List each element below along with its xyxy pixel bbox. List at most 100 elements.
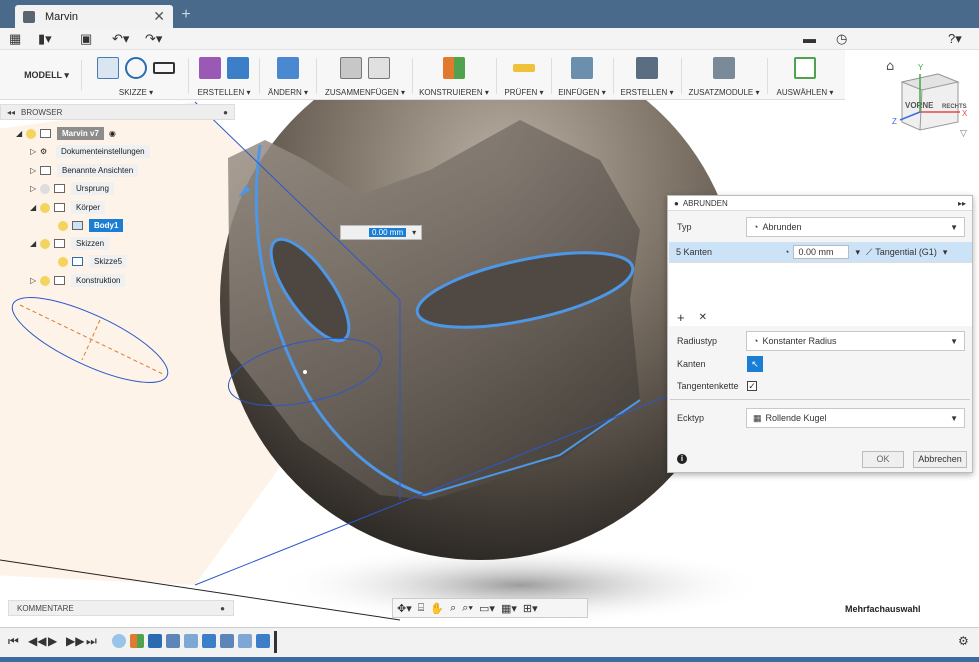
chevron-down-icon[interactable]: ▾ bbox=[943, 247, 948, 258]
tree-item-root[interactable]: ◢ Marvin v7 ◉ bbox=[16, 126, 116, 141]
tree-item-construction[interactable]: ▷ Konstruktion bbox=[30, 273, 126, 288]
timeline-feature-icon[interactable] bbox=[256, 634, 270, 648]
continuity-select[interactable]: Tangential (G1) bbox=[875, 247, 937, 257]
help-icon[interactable]: ?▾ bbox=[948, 31, 962, 47]
ok-button[interactable]: OK bbox=[862, 451, 904, 468]
orbit-constraint-icon[interactable]: ✥▾ bbox=[397, 602, 412, 615]
expand-icon[interactable]: ▷ bbox=[30, 166, 40, 175]
visibility-bulb-icon[interactable] bbox=[40, 275, 50, 286]
expand-dialog-icon[interactable]: ▸▸ bbox=[958, 199, 966, 208]
expand-icon[interactable]: ◢ bbox=[16, 129, 26, 138]
visibility-bulb-icon[interactable] bbox=[58, 256, 68, 267]
ribbon-group-construct[interactable]: KONSTRUIEREN ▾ bbox=[416, 54, 492, 98]
radius-input[interactable]: 0.00 mm bbox=[793, 245, 850, 259]
fit-icon[interactable]: ⌕▾ bbox=[462, 602, 473, 615]
expand-icon[interactable]: ▷ bbox=[30, 147, 40, 156]
timeline-feature-icon[interactable] bbox=[202, 634, 216, 648]
viewcube[interactable]: ⌂ VORNE RECHTS X Y Z ▽ bbox=[880, 52, 979, 140]
viewcube-menu-icon[interactable]: ▽ bbox=[960, 129, 967, 139]
ribbon-group-assemble[interactable]: ZUSAMMENFÜGEN ▾ bbox=[320, 54, 410, 98]
notifications-icon[interactable]: ▬ bbox=[803, 31, 816, 47]
pin-icon[interactable]: ● bbox=[220, 604, 225, 613]
document-tab[interactable]: Marvin ✕ bbox=[15, 5, 173, 28]
zoom-icon[interactable]: ⌕ bbox=[450, 602, 456, 615]
redo-icon[interactable]: ↷▾ bbox=[145, 31, 162, 47]
tree-item-document-settings[interactable]: ▷ ⚙ Dokumenteinstellungen bbox=[30, 144, 150, 159]
file-menu-icon[interactable]: ▮▾ bbox=[38, 31, 52, 47]
close-tab-icon[interactable]: ✕ bbox=[153, 8, 165, 25]
step-back-icon[interactable]: ◀◀ bbox=[28, 634, 46, 648]
ribbon-group-modify[interactable]: ÄNDERN ▾ bbox=[262, 54, 314, 98]
step-forward-icon[interactable]: ▶▶ bbox=[66, 634, 84, 648]
collapse-icon[interactable]: ◂◂ bbox=[7, 108, 15, 117]
y-axis-label: Y bbox=[918, 63, 924, 72]
edge-set-row[interactable]: 5 Kanten ◔ 0.00 mm ▾ ⟋ Tangential (G1) ▾ bbox=[669, 242, 972, 262]
dialog-drag-handle-icon[interactable]: ● bbox=[674, 199, 679, 208]
expand-icon[interactable]: ◢ bbox=[30, 203, 40, 212]
look-at-icon[interactable]: ⌸ bbox=[418, 602, 425, 615]
pin-icon[interactable]: ● bbox=[223, 108, 228, 117]
home-icon[interactable]: ⌂ bbox=[886, 59, 894, 74]
chevron-down-icon[interactable]: ▾ bbox=[412, 228, 416, 237]
type-select[interactable]: ◔ Abrunden ▼ bbox=[746, 217, 965, 237]
expand-icon[interactable]: ▷ bbox=[30, 276, 40, 285]
cancel-button[interactable]: Abbrechen bbox=[913, 451, 967, 468]
timeline-feature-icon[interactable] bbox=[166, 634, 180, 648]
ribbon-group-inspect[interactable]: PRÜFEN ▾ bbox=[500, 54, 548, 98]
job-status-icon[interactable]: ◷ bbox=[836, 31, 847, 47]
radius-type-select[interactable]: ◔ Konstanter Radius ▼ bbox=[746, 331, 965, 351]
tree-item-sketch5[interactable]: Skizze5 bbox=[58, 254, 128, 269]
ribbon-group-select[interactable]: AUSWÄHLEN ▾ bbox=[772, 54, 838, 98]
timeline-feature-icon[interactable] bbox=[148, 634, 162, 648]
browser-header[interactable]: ◂◂ BROWSER ● bbox=[0, 104, 235, 120]
timeline-feature-icon[interactable] bbox=[130, 634, 144, 648]
visibility-bulb-icon[interactable] bbox=[40, 238, 50, 249]
timeline-feature-icon[interactable] bbox=[220, 634, 234, 648]
new-tab-button[interactable]: + bbox=[178, 6, 194, 24]
save-icon[interactable]: ▣ bbox=[80, 31, 92, 47]
expand-icon[interactable]: ▷ bbox=[30, 184, 40, 193]
activate-radio-icon[interactable]: ◉ bbox=[109, 129, 116, 138]
display-settings-icon[interactable]: ▭▾ bbox=[479, 602, 495, 615]
tree-item-bodies[interactable]: ◢ Körper bbox=[30, 200, 106, 215]
sketch-center-point[interactable] bbox=[303, 370, 307, 374]
select-edges-button[interactable]: ↖ bbox=[747, 356, 763, 372]
ribbon-group-create[interactable]: ERSTELLEN ▾ bbox=[192, 54, 256, 98]
tangent-chain-checkbox[interactable]: ✓ bbox=[747, 381, 757, 391]
visibility-bulb-icon[interactable] bbox=[58, 220, 68, 231]
expand-icon[interactable]: ◢ bbox=[30, 239, 40, 248]
timeline-settings-icon[interactable]: ⚙ bbox=[958, 634, 969, 648]
add-edge-set-button[interactable]: + bbox=[677, 310, 685, 325]
viewports-icon[interactable]: ⊞▾ bbox=[523, 602, 538, 615]
corner-type-select[interactable]: ▦ Rollende Kugel ▼ bbox=[746, 408, 965, 428]
workspace-switcher[interactable]: MODELL ▾ bbox=[12, 60, 82, 90]
pan-icon[interactable]: ✋ bbox=[430, 602, 444, 615]
tree-item-sketches[interactable]: ◢ Skizzen bbox=[30, 236, 110, 251]
visibility-bulb-icon[interactable] bbox=[40, 202, 50, 213]
ribbon-group-insert[interactable]: EINFÜGEN ▾ bbox=[554, 54, 610, 98]
ribbon-group-sketch[interactable]: SKIZZE ▾ bbox=[88, 54, 184, 98]
timeline-feature-icon[interactable] bbox=[112, 634, 126, 648]
visibility-bulb-icon[interactable] bbox=[40, 183, 50, 194]
undo-icon[interactable]: ↶▾ bbox=[112, 31, 129, 47]
timeline-marker[interactable] bbox=[274, 631, 277, 653]
go-to-start-icon[interactable]: ⏮ bbox=[8, 634, 19, 649]
remove-edge-set-button[interactable]: ✕ bbox=[699, 312, 707, 323]
info-icon[interactable]: i bbox=[677, 454, 687, 464]
tree-item-origin[interactable]: ▷ Ursprung bbox=[30, 181, 114, 196]
app-grid-icon[interactable]: ▦ bbox=[9, 31, 21, 47]
timeline-feature-icon[interactable] bbox=[184, 634, 198, 648]
tree-item-body1[interactable]: Body1 bbox=[58, 218, 124, 233]
go-to-end-icon[interactable]: ⏭ bbox=[86, 634, 97, 649]
chevron-down-icon[interactable]: ▾ bbox=[855, 247, 860, 258]
comments-panel[interactable]: KOMMENTARE ● bbox=[8, 600, 234, 616]
ribbon-group-addins[interactable]: ZUSATZMODULE ▾ bbox=[684, 54, 764, 98]
tree-item-named-views[interactable]: ▷ Benannte Ansichten bbox=[30, 163, 139, 178]
grid-settings-icon[interactable]: ▦▾ bbox=[501, 602, 517, 615]
visibility-bulb-icon[interactable] bbox=[26, 128, 36, 139]
timeline-feature-icon[interactable] bbox=[238, 634, 252, 648]
ribbon-group-make[interactable]: ERSTELLEN ▾ bbox=[616, 54, 678, 98]
fillet-radius-canvas-input[interactable]: 0.00 mm ▾ bbox=[340, 225, 422, 240]
dialog-header[interactable]: ● ABRUNDEN ▸▸ bbox=[668, 196, 972, 211]
play-icon[interactable]: ▶ bbox=[48, 634, 57, 648]
